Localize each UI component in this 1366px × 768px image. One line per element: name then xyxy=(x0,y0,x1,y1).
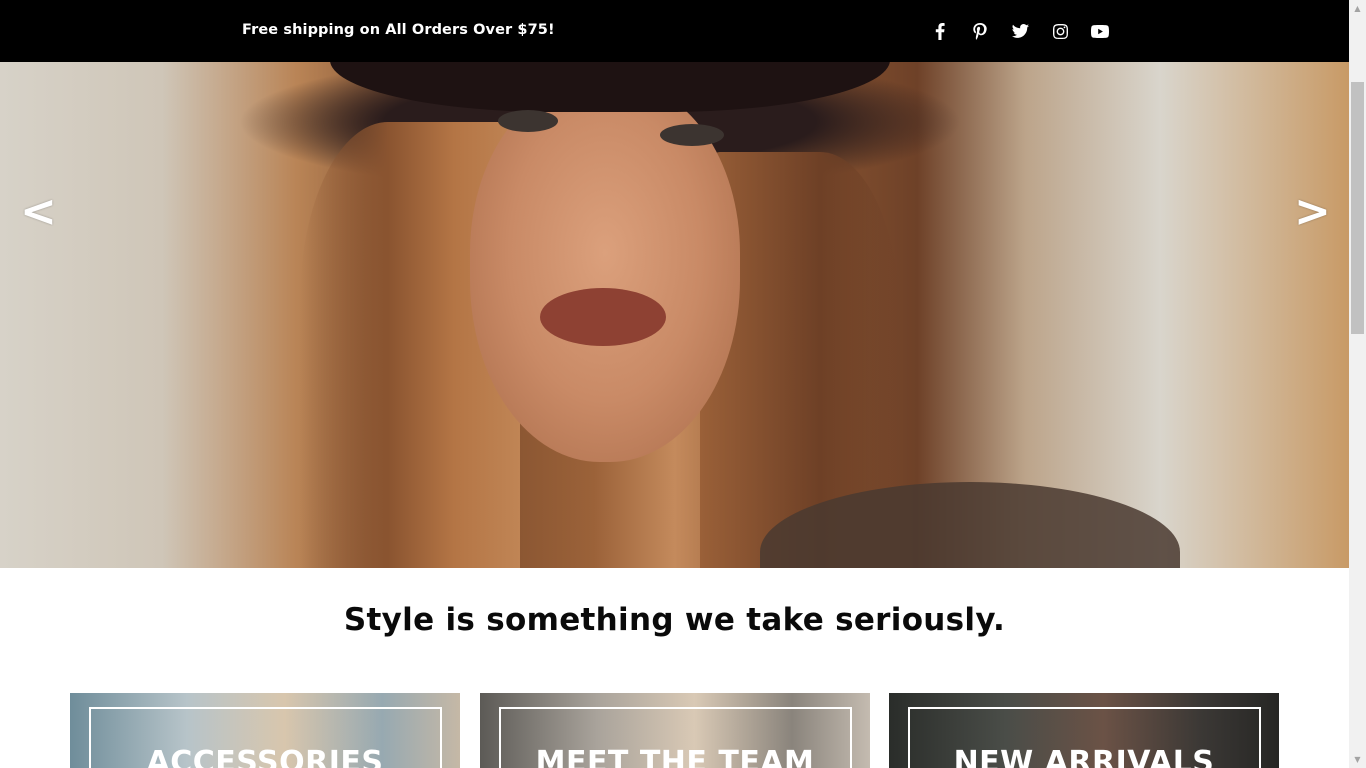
social-links xyxy=(920,20,1120,42)
page-headline: Style is something we take seriously. xyxy=(343,602,1006,638)
scrollbar-thumb[interactable] xyxy=(1351,82,1364,334)
scroll-up-arrow-icon[interactable]: ▲ xyxy=(1349,0,1366,17)
category-card-accessories[interactable]: ACCESSORIES xyxy=(70,693,460,768)
card-label: MEET THE TEAM xyxy=(535,745,815,768)
instagram-icon[interactable] xyxy=(1040,20,1080,42)
hero-image-lips xyxy=(540,288,666,346)
slider-prev-button[interactable]: < xyxy=(20,190,57,234)
hero-image-eye xyxy=(498,110,558,132)
page-scrollbar[interactable]: ▲ ▼ xyxy=(1349,0,1366,768)
category-card-meet-the-team[interactable]: MEET THE TEAM xyxy=(480,693,870,768)
twitter-icon[interactable] xyxy=(1000,20,1040,42)
announcement-bar: Free shipping on All Orders Over $75! xyxy=(0,0,1349,62)
shipping-promo-text: Free shipping on All Orders Over $75! xyxy=(242,22,555,38)
hero-slider: < > xyxy=(0,62,1349,568)
facebook-icon[interactable] xyxy=(920,20,960,42)
scroll-down-arrow-icon[interactable]: ▼ xyxy=(1349,751,1366,768)
pinterest-icon[interactable] xyxy=(960,20,1000,42)
youtube-icon[interactable] xyxy=(1080,20,1120,42)
card-label: ACCESSORIES xyxy=(146,745,384,768)
category-card-new-arrivals[interactable]: NEW ARRIVALS xyxy=(889,693,1279,768)
card-label: NEW ARRIVALS xyxy=(953,745,1215,768)
hero-image-eye xyxy=(660,124,724,146)
slider-next-button[interactable]: > xyxy=(1294,190,1331,234)
